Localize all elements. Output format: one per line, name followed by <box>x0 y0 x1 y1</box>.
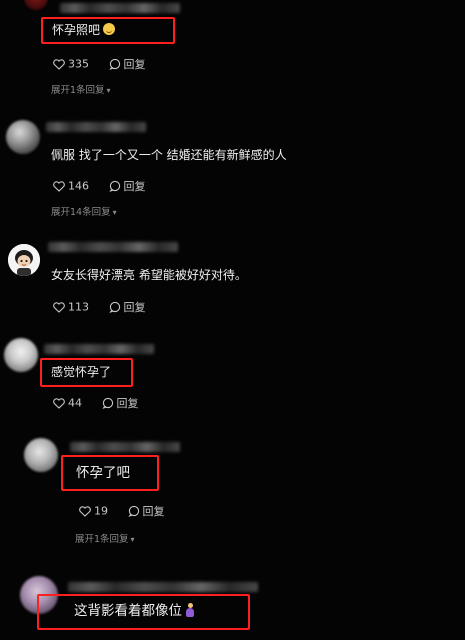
comment-text[interactable]: 女友长得好漂亮 希望能被好好对待。 <box>51 267 247 283</box>
reply-label: 回复 <box>142 505 165 518</box>
avatar[interactable] <box>24 438 58 472</box>
like-count: 335 <box>68 57 89 71</box>
expand-replies-label: 展开14条回复 <box>51 207 111 218</box>
chevron-down-icon: ▾ <box>106 86 111 95</box>
reply-button[interactable]: 回复 <box>108 299 146 315</box>
username-blurred[interactable] <box>48 242 178 252</box>
username-blurred[interactable] <box>46 122 146 132</box>
heart-icon <box>53 59 65 70</box>
avatar[interactable] <box>8 244 40 276</box>
reply-bubble-icon <box>108 58 120 70</box>
expand-replies-link[interactable]: 展开1条回复 ▾ <box>75 531 135 545</box>
like-button[interactable]: 44 <box>53 396 82 410</box>
comment-actions: 146 回复 <box>53 178 162 194</box>
comment-actions: 44 回复 <box>53 395 155 411</box>
reply-button[interactable]: 回复 <box>108 56 146 72</box>
expand-replies-label: 展开1条回复 <box>75 534 129 545</box>
username-blurred[interactable] <box>60 3 180 13</box>
heart-icon <box>79 506 91 517</box>
comment-item: 女友长得好漂亮 希望能被好好对待。 113 回复 <box>0 236 465 326</box>
like-count: 146 <box>68 179 89 193</box>
avatar[interactable] <box>4 338 38 372</box>
red-highlight-box <box>37 594 250 630</box>
reply-bubble-icon <box>108 180 120 192</box>
comment-actions: 19 回复 <box>79 503 181 519</box>
comment-item: 佩服 找了一个又一个 结婚还能有新鲜感的人 146 回复 展开14条回复 ▾ <box>0 112 465 222</box>
expand-replies-link[interactable]: 展开14条回复 ▾ <box>51 204 117 218</box>
like-count: 113 <box>68 300 89 314</box>
cartoon-avatar-icon <box>8 244 40 276</box>
heart-icon <box>53 181 65 192</box>
reply-label: 回复 <box>123 180 146 193</box>
reply-bubble-icon <box>101 397 113 409</box>
red-highlight-box <box>41 17 175 44</box>
avatar[interactable] <box>24 0 48 10</box>
like-count: 19 <box>94 504 108 518</box>
reply-label: 回复 <box>116 397 139 410</box>
comment-actions: 335 回复 <box>53 56 162 72</box>
reply-label: 回复 <box>123 58 146 71</box>
username-blurred[interactable] <box>68 582 258 592</box>
expand-replies-link[interactable]: 展开1条回复 ▾ <box>51 82 111 96</box>
comment-actions: 113 回复 <box>53 299 162 315</box>
chevron-down-icon: ▾ <box>130 535 135 544</box>
comment-item: 感觉怀孕了 44 回复 <box>0 336 465 420</box>
avatar[interactable] <box>6 120 40 154</box>
comment-item: 怀孕照吧 335 回复 展开1条回复 ▾ <box>0 0 465 100</box>
like-button[interactable]: 335 <box>53 57 89 71</box>
reply-bubble-icon <box>108 301 120 313</box>
reply-bubble-icon <box>127 505 139 517</box>
heart-icon <box>53 302 65 313</box>
reply-label: 回复 <box>123 301 146 314</box>
expand-replies-label: 展开1条回复 <box>51 85 105 96</box>
reply-item: 怀孕了吧 19 回复 展开1条回复 ▾ <box>0 434 465 552</box>
red-highlight-box <box>40 358 133 387</box>
username-blurred[interactable] <box>70 442 180 452</box>
reply-button[interactable]: 回复 <box>127 503 165 519</box>
comment-item: 这背影看着都像位 <box>0 572 465 640</box>
reply-button[interactable]: 回复 <box>108 178 146 194</box>
like-button[interactable]: 19 <box>79 504 108 518</box>
comment-feed: 怀孕照吧 335 回复 展开1条回复 ▾ 佩服 找了一个又一个 结婚还能有新鲜感的… <box>0 0 465 640</box>
like-button[interactable]: 146 <box>53 179 89 193</box>
like-button[interactable]: 113 <box>53 300 89 314</box>
heart-icon <box>53 398 65 409</box>
like-count: 44 <box>68 396 82 410</box>
red-highlight-box <box>61 455 159 491</box>
username-blurred[interactable] <box>44 344 154 354</box>
chevron-down-icon: ▾ <box>112 208 117 217</box>
comment-text[interactable]: 佩服 找了一个又一个 结婚还能有新鲜感的人 <box>51 147 287 163</box>
reply-button[interactable]: 回复 <box>101 395 139 411</box>
